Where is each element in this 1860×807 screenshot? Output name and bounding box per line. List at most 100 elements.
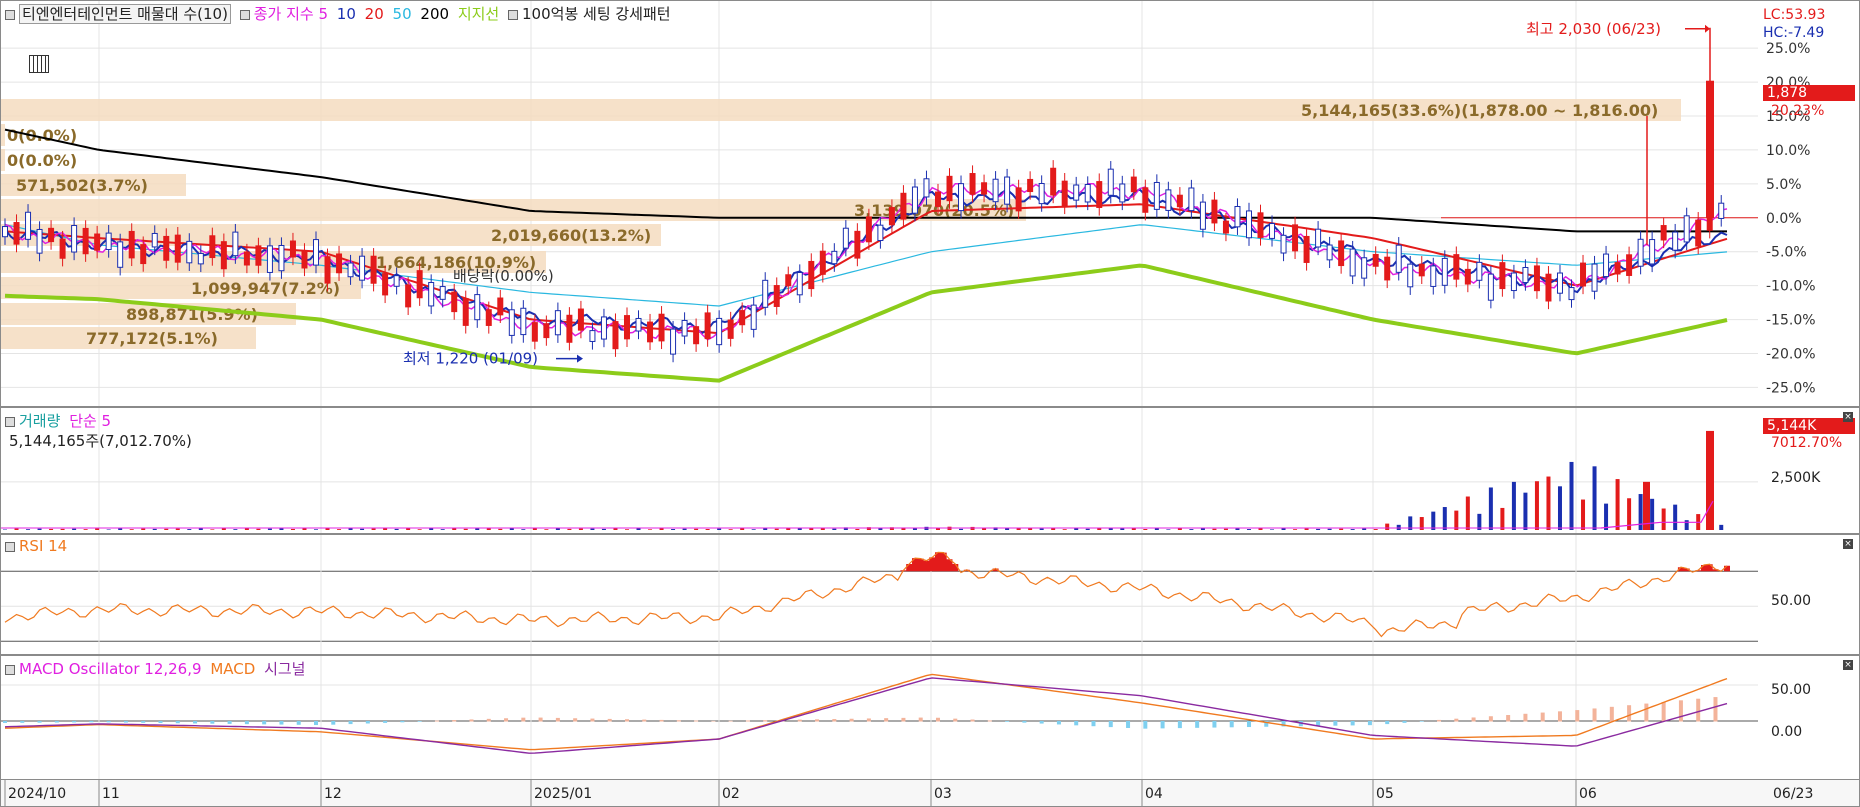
candle <box>451 291 458 313</box>
macd-oscillator-bar <box>417 721 422 722</box>
settings-square-icon[interactable] <box>5 541 15 552</box>
candle <box>1142 187 1149 213</box>
macd-oscillator-bar <box>642 719 647 722</box>
volume-bar <box>83 529 88 530</box>
macd-oscillator-bar <box>383 721 388 723</box>
candle <box>382 273 389 296</box>
signal-label[interactable]: 시그널 <box>264 660 305 678</box>
candle <box>934 191 941 207</box>
ma-label[interactable]: 종가 지수 5 <box>254 5 328 23</box>
volume-bar <box>118 528 123 530</box>
candle <box>1649 239 1656 265</box>
volume-bar <box>187 529 192 530</box>
macd-label[interactable]: MACD <box>210 660 255 678</box>
volume-bar <box>1431 511 1436 530</box>
volume-title[interactable]: 거래량 <box>19 412 60 430</box>
candle <box>1349 248 1356 277</box>
macd-oscillator-bar <box>1143 721 1148 729</box>
candle <box>577 308 584 331</box>
volume-bar <box>244 528 249 530</box>
candle <box>958 183 965 212</box>
macd-oscillator-bar <box>745 720 750 722</box>
close-icon[interactable]: × <box>1843 539 1853 549</box>
macd-oscillator-bar <box>1074 721 1079 726</box>
candle <box>1603 253 1610 278</box>
price-chart: 25.0%20.0%15.0%10.0%5.0%0.0%-5.0%-10.0%-… <box>1 1 1816 406</box>
volume-bar <box>1719 524 1724 530</box>
candle <box>1718 202 1725 219</box>
volume-bar <box>1281 528 1286 530</box>
candle <box>1165 189 1172 211</box>
volume-bar <box>601 528 606 530</box>
macd-oscillator-bar <box>1195 721 1200 728</box>
candle <box>186 240 193 264</box>
support-label[interactable]: 지지선 <box>458 5 499 23</box>
candle <box>785 274 792 287</box>
volume-bar <box>1604 503 1609 530</box>
volume-bar <box>26 529 31 530</box>
rsi-title[interactable]: RSI 14 <box>19 537 67 555</box>
macd-oscillator-bar <box>901 717 906 722</box>
macd-oscillator-bar <box>54 721 59 723</box>
settings-square-icon[interactable] <box>239 9 250 20</box>
macd-oscillator-bar <box>1367 721 1372 726</box>
volume-bar <box>463 528 468 530</box>
candle <box>1245 210 1252 239</box>
macd-oscillator-bar <box>555 717 560 722</box>
ma50-label: 50 <box>392 5 412 23</box>
macd-panel: MACD Oscillator 12,26,9 MACD 시그널 50.00 0… <box>0 655 1860 780</box>
y-tick-label: 5.0% <box>1766 177 1802 193</box>
macd-oscillator-bar <box>1333 721 1338 726</box>
volume-ma-label[interactable]: 단순 5 <box>69 412 111 430</box>
settings-square-icon[interactable] <box>5 416 15 427</box>
close-icon[interactable]: × <box>1843 412 1853 422</box>
rsi-tick: 50.00 <box>1771 593 1812 609</box>
macd-oscillator-bar <box>400 721 405 723</box>
low-arrow-head <box>577 354 583 363</box>
settings-square-icon[interactable] <box>5 664 15 675</box>
macd-oscillator-bar <box>469 719 474 722</box>
x-tick-label: 2024/10 <box>8 786 66 802</box>
candle <box>531 322 538 342</box>
candle <box>497 297 504 316</box>
volume-profile-label: 571,502(3.7%) <box>16 176 148 195</box>
stock-title[interactable]: 티엔엔터테인먼트 매물대 수(10) <box>19 4 231 24</box>
macd-osc-title[interactable]: MACD Oscillator 12,26,9 <box>19 660 202 678</box>
volume-bar <box>590 528 595 530</box>
candle <box>220 241 227 270</box>
candle <box>2 226 8 238</box>
candle <box>1199 201 1206 230</box>
candle <box>877 224 884 242</box>
settings-square-icon[interactable] <box>5 9 15 20</box>
current-pct-readout: 20.23% <box>1771 103 1825 119</box>
settings-square-icon[interactable] <box>508 9 519 20</box>
table-icon[interactable] <box>29 55 49 73</box>
macd-oscillator-bar <box>1108 721 1113 728</box>
volume-pct-readout: 7012.70% <box>1771 435 1843 451</box>
macd-oscillator-bar <box>1609 706 1614 722</box>
volume-bar <box>1166 529 1171 530</box>
candle <box>819 250 826 275</box>
macd-oscillator-bar <box>573 718 578 722</box>
candle <box>600 316 607 340</box>
setting-label[interactable]: 100억봉 세팅 강세패턴 <box>522 5 671 23</box>
candle <box>670 328 677 355</box>
y-tick-label: -10.0% <box>1766 279 1816 295</box>
macd-oscillator-bar <box>37 721 42 723</box>
volume-bar <box>1661 508 1666 530</box>
volume-bar <box>49 528 54 530</box>
candle <box>992 178 999 203</box>
candle <box>1061 180 1068 207</box>
macd-oscillator-bar <box>676 720 681 722</box>
volume-bar <box>106 529 111 530</box>
candle <box>1303 235 1310 263</box>
volume-bar <box>809 528 814 530</box>
candle <box>739 310 746 326</box>
volume-bar <box>659 528 664 530</box>
current-price-badge: 1,878 <box>1763 85 1855 101</box>
candle <box>278 244 285 272</box>
close-icon[interactable]: × <box>1843 660 1853 670</box>
macd-oscillator-bar <box>849 718 854 722</box>
volume-bar <box>509 528 514 530</box>
candle <box>1372 253 1379 267</box>
